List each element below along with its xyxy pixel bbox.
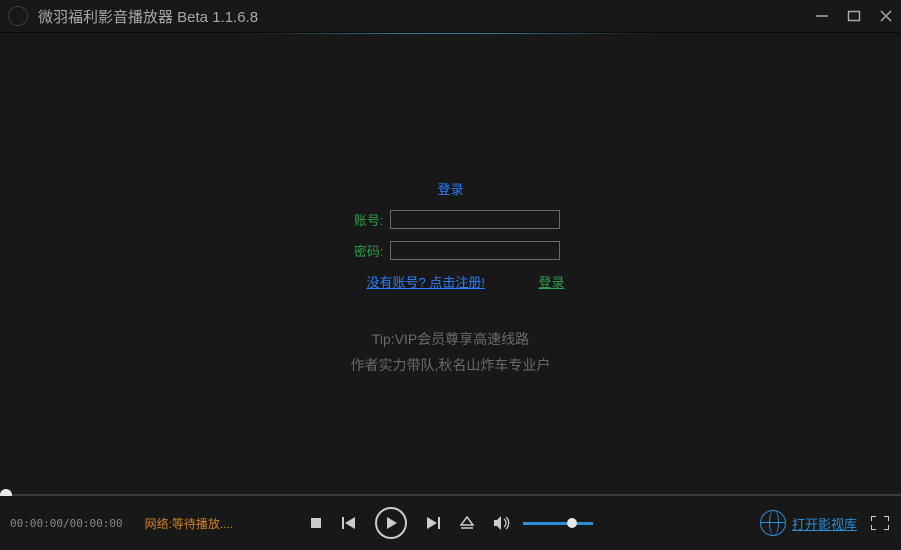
login-panel: 登录 账号: 密码: 没有账号? 点击注册! 登录 Tip:VIP会员尊享高速线… <box>321 179 581 375</box>
username-row: 账号: <box>321 210 581 229</box>
fullscreen-button[interactable] <box>871 516 889 530</box>
minimize-button[interactable] <box>815 9 829 23</box>
stop-button[interactable] <box>309 516 323 530</box>
password-row: 密码: <box>321 241 581 260</box>
next-button[interactable] <box>425 516 441 530</box>
right-controls: 打开影视库 <box>760 510 889 536</box>
network-status: 网络:等待播放.... <box>145 515 234 532</box>
login-title: 登录 <box>321 179 581 198</box>
volume-slider[interactable] <box>523 522 593 525</box>
content-area: 登录 账号: 密码: 没有账号? 点击注册! 登录 Tip:VIP会员尊享高速线… <box>0 34 901 490</box>
previous-button[interactable] <box>341 516 357 530</box>
register-link[interactable]: 没有账号? 点击注册! <box>367 272 485 291</box>
open-library-label: 打开影视库 <box>792 514 857 533</box>
login-button[interactable]: 登录 <box>538 272 564 291</box>
play-button[interactable] <box>375 507 407 539</box>
username-label: 账号: <box>342 210 384 229</box>
open-library-link[interactable]: 打开影视库 <box>760 510 857 536</box>
app-title: 微羽福利影音播放器 Beta 1.1.6.8 <box>38 6 258 27</box>
maximize-button[interactable] <box>847 9 861 23</box>
bottom-bar: 00:00:00/00:00:00 网络:等待播放.... 打开影视库 <box>0 496 901 550</box>
volume-icon[interactable] <box>493 515 511 531</box>
login-links: 没有账号? 点击注册! 登录 <box>321 272 581 291</box>
username-input[interactable] <box>390 210 560 229</box>
close-button[interactable] <box>879 9 893 23</box>
player-controls <box>309 507 593 539</box>
time-display: 00:00:00/00:00:00 <box>10 517 123 530</box>
password-label: 密码: <box>342 241 384 260</box>
eject-button[interactable] <box>459 516 475 530</box>
app-icon <box>8 6 28 26</box>
tip-block: Tip:VIP会员尊享高速线路 作者实力带队,秋名山炸车专业户 <box>321 329 581 375</box>
tip-line-2: 作者实力带队,秋名山炸车专业户 <box>321 355 581 375</box>
window-controls <box>815 9 893 23</box>
titlebar: 微羽福利影音播放器 Beta 1.1.6.8 <box>0 0 901 33</box>
password-input[interactable] <box>390 241 560 260</box>
globe-icon <box>760 510 786 536</box>
tip-line-1: Tip:VIP会员尊享高速线路 <box>321 329 581 349</box>
